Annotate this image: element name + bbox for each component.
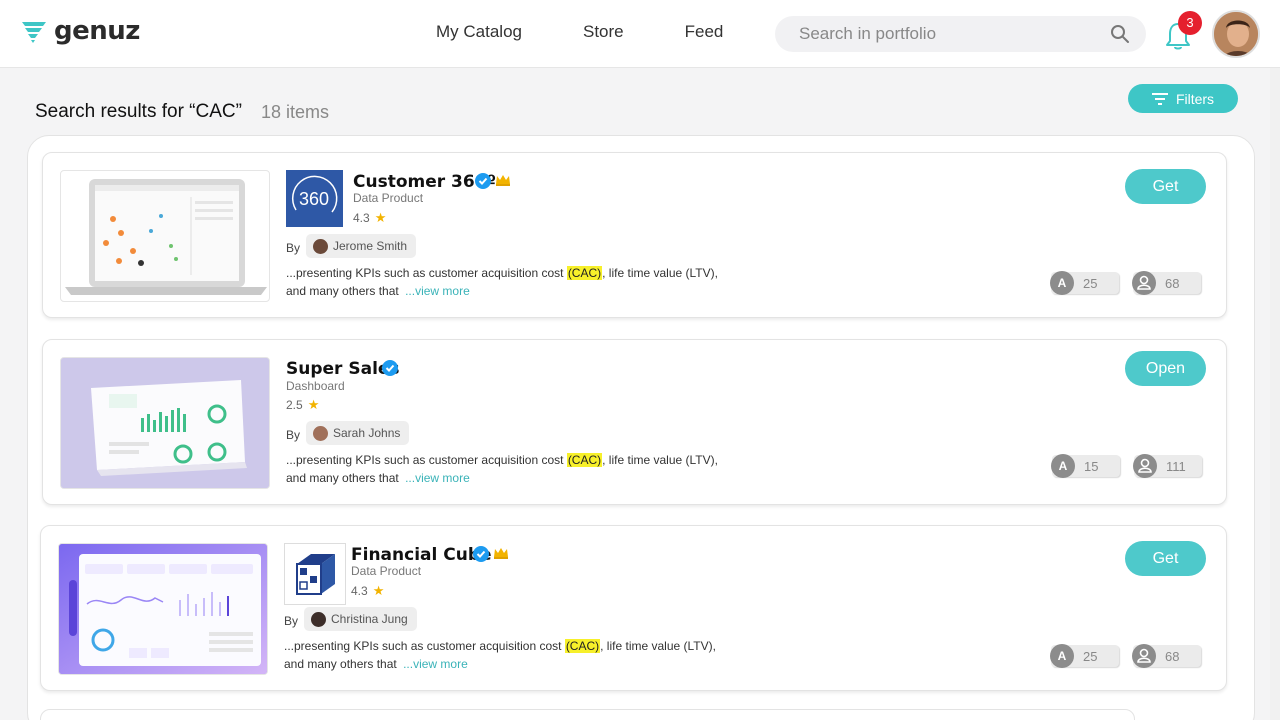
stat-a-value: 25 bbox=[1083, 649, 1098, 664]
product-logo bbox=[284, 543, 346, 605]
star-icon: ★ bbox=[307, 397, 320, 412]
product-description: ...presenting KPIs such as customer acqu… bbox=[286, 264, 726, 300]
a-icon: A bbox=[1051, 454, 1075, 478]
svg-text:360: 360 bbox=[299, 189, 329, 209]
description-text: ...presenting KPIs such as customer acqu… bbox=[286, 266, 567, 280]
verified-badge-icon bbox=[475, 173, 491, 189]
results-count: 18 items bbox=[261, 102, 330, 122]
description-text: ...presenting KPIs such as customer acqu… bbox=[284, 639, 565, 653]
get-button[interactable]: Get bbox=[1125, 541, 1206, 576]
search-highlight: (CAC) bbox=[566, 266, 603, 280]
product-rating: 4.3 ★ bbox=[351, 583, 384, 599]
dashboard-image bbox=[61, 358, 269, 488]
author-avatar bbox=[311, 611, 326, 627]
author-chip[interactable]: Jerome Smith bbox=[306, 234, 417, 258]
logo-text: genuz bbox=[54, 16, 140, 46]
view-more-link[interactable]: ...view more bbox=[403, 657, 468, 671]
product-type: Data Product bbox=[353, 191, 424, 205]
notification-badge: 3 bbox=[1178, 11, 1202, 35]
author-avatar bbox=[313, 425, 328, 441]
product-type: Dashboard bbox=[286, 379, 345, 393]
search-input[interactable] bbox=[799, 23, 1099, 45]
by-label: By bbox=[284, 614, 299, 628]
view-more-link[interactable]: ...view more bbox=[405, 471, 470, 485]
author-name: Christina Jung bbox=[331, 612, 408, 626]
stat-a: A 15 bbox=[1051, 454, 1120, 478]
user-icon bbox=[1132, 271, 1156, 295]
star-icon: ★ bbox=[374, 210, 387, 225]
product-card[interactable]: Super Sales Dashboard 2.5 ★ By Sarah John… bbox=[42, 339, 1227, 505]
author-name: Sarah Johns bbox=[333, 426, 401, 440]
filters-button[interactable]: Filters bbox=[1128, 84, 1238, 113]
search-highlight: (CAC) bbox=[564, 639, 601, 653]
rating-value: 4.3 bbox=[353, 211, 370, 225]
product-rating: 4.3 ★ bbox=[353, 210, 386, 226]
scrollbar[interactable] bbox=[1270, 68, 1280, 720]
product-logo: 360 bbox=[286, 170, 343, 227]
view-more-link[interactable]: ...view more bbox=[405, 284, 470, 298]
stat-users-value: 68 bbox=[1165, 276, 1180, 291]
product-title[interactable]: Financial Cube bbox=[351, 545, 492, 565]
cube-logo-icon bbox=[296, 554, 335, 595]
search-bar bbox=[775, 16, 1146, 52]
star-icon: ★ bbox=[372, 583, 385, 598]
nav-feed[interactable]: Feed bbox=[685, 22, 724, 42]
a-icon: A bbox=[1050, 644, 1074, 668]
product-rating: 2.5 ★ bbox=[286, 397, 319, 413]
author-chip[interactable]: Sarah Johns bbox=[306, 421, 410, 445]
stat-users: 68 bbox=[1132, 271, 1201, 295]
crown-icon bbox=[494, 548, 508, 559]
product-type: Data Product bbox=[351, 564, 422, 578]
a-icon: A bbox=[1050, 271, 1074, 295]
search-icon[interactable] bbox=[1110, 24, 1130, 44]
author-name: Jerome Smith bbox=[333, 239, 408, 253]
rating-value: 2.5 bbox=[286, 398, 303, 412]
product-description: ...presenting KPIs such as customer acqu… bbox=[284, 637, 724, 673]
user-icon bbox=[1133, 454, 1157, 478]
product-description: ...presenting KPIs such as customer acqu… bbox=[286, 451, 726, 487]
avatar-image bbox=[1214, 12, 1258, 56]
product-thumbnail[interactable] bbox=[58, 543, 268, 675]
product-thumbnail[interactable] bbox=[60, 170, 270, 302]
author-avatar bbox=[313, 238, 328, 254]
nav-store[interactable]: Store bbox=[583, 22, 624, 42]
stat-a: A 25 bbox=[1050, 271, 1119, 295]
laptop-image bbox=[65, 179, 267, 295]
stat-a-value: 15 bbox=[1084, 459, 1099, 474]
genuz-logo-icon bbox=[22, 22, 46, 43]
author-chip[interactable]: Christina Jung bbox=[304, 607, 417, 631]
stat-users-value: 68 bbox=[1165, 649, 1180, 664]
product-card[interactable]: Financial Cube Data Product 4.3 ★ By Chri… bbox=[40, 525, 1227, 691]
logo[interactable]: genuz bbox=[20, 16, 140, 46]
by-label: By bbox=[286, 241, 301, 255]
main-nav: My Catalog Store Feed bbox=[436, 22, 784, 42]
search-highlight: (CAC) bbox=[566, 453, 603, 467]
crown-icon bbox=[496, 175, 510, 186]
product-thumbnail[interactable] bbox=[60, 357, 270, 489]
top-bar: genuz My Catalog Store Feed 3 bbox=[0, 0, 1280, 68]
financial-dashboard-image bbox=[59, 544, 267, 674]
stat-a-value: 25 bbox=[1083, 276, 1098, 291]
nav-my-catalog[interactable]: My Catalog bbox=[436, 22, 522, 42]
customer-360-logo-icon: 360 bbox=[291, 175, 338, 213]
description-text: ...presenting KPIs such as customer acqu… bbox=[286, 453, 567, 467]
product-card-partial[interactable] bbox=[40, 709, 1135, 720]
stat-a: A 25 bbox=[1050, 644, 1119, 668]
stat-users: 111 bbox=[1133, 454, 1202, 478]
results-title: Search results for “CAC” bbox=[35, 101, 242, 122]
user-icon bbox=[1132, 644, 1156, 668]
stat-users-value: 111 bbox=[1166, 459, 1186, 474]
get-button[interactable]: Get bbox=[1125, 169, 1206, 204]
product-card[interactable]: 360 Customer 360º Data Product 4.3 ★ By J… bbox=[42, 152, 1227, 318]
filter-icon bbox=[1151, 92, 1168, 105]
filters-label: Filters bbox=[1175, 90, 1215, 107]
rating-value: 4.3 bbox=[351, 584, 368, 598]
open-button[interactable]: Open bbox=[1125, 351, 1206, 386]
verified-badge-icon bbox=[382, 360, 398, 376]
stat-users: 68 bbox=[1132, 644, 1201, 668]
user-avatar[interactable] bbox=[1212, 10, 1260, 58]
verified-badge-icon bbox=[473, 546, 489, 562]
by-label: By bbox=[286, 428, 301, 442]
